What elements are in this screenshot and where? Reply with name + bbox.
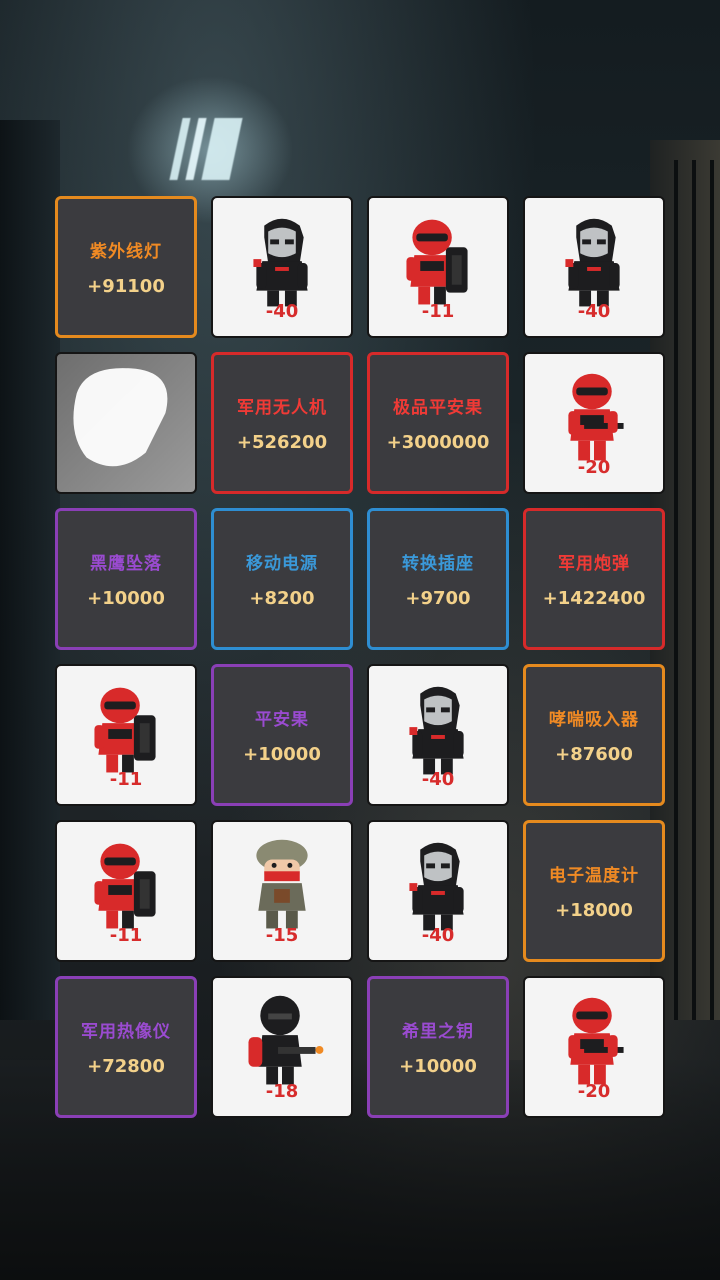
item-name: 紫外线灯 xyxy=(90,242,162,262)
item-value: +10000 xyxy=(243,744,321,765)
cell-bars xyxy=(660,160,720,1020)
hidden-card[interactable] xyxy=(55,352,197,494)
loot-item-card[interactable]: 军用无人机 +526200 xyxy=(211,352,353,494)
item-name: 转换插座 xyxy=(402,554,474,574)
item-value: +9700 xyxy=(405,588,471,609)
enemy-penalty-value: -40 xyxy=(265,301,299,322)
item-value: +3000000 xyxy=(386,432,490,453)
loot-item-card[interactable]: 黑鹰坠落 +10000 xyxy=(55,508,197,650)
loot-item-card[interactable]: 紫外线灯 +91100 xyxy=(55,196,197,338)
enemy-card[interactable]: -40 xyxy=(523,196,665,338)
enemy-penalty-value: -20 xyxy=(577,1081,611,1102)
enemy-penalty-value: -40 xyxy=(577,301,611,322)
item-value: +10000 xyxy=(399,1056,477,1077)
item-value: +1422400 xyxy=(542,588,646,609)
enemy-penalty-value: -40 xyxy=(421,925,455,946)
item-value: +18000 xyxy=(555,900,633,921)
enemy-card[interactable]: -11 xyxy=(367,196,509,338)
loot-grid: 紫外线灯 +91100 -40 -11 -40 军用无人机 +526200 极品… xyxy=(55,196,667,1122)
item-value: +72800 xyxy=(87,1056,165,1077)
enemy-penalty-value: -20 xyxy=(577,457,611,478)
item-name: 希里之钥 xyxy=(402,1022,474,1042)
enemy-penalty-value: -18 xyxy=(265,1081,299,1102)
loot-item-card[interactable]: 希里之钥 +10000 xyxy=(367,976,509,1118)
loot-item-card[interactable]: 平安果 +10000 xyxy=(211,664,353,806)
item-name: 哮喘吸入器 xyxy=(549,710,639,730)
enemy-card[interactable]: -11 xyxy=(55,820,197,962)
loot-item-card[interactable]: 移动电源 +8200 xyxy=(211,508,353,650)
enemy-card[interactable]: -20 xyxy=(523,352,665,494)
loot-item-card[interactable]: 哮喘吸入器 +87600 xyxy=(523,664,665,806)
loot-item-card[interactable]: 极品平安果 +3000000 xyxy=(367,352,509,494)
item-value: +91100 xyxy=(87,276,165,297)
loot-item-card[interactable]: 电子温度计 +18000 xyxy=(523,820,665,962)
item-name: 军用无人机 xyxy=(237,398,327,418)
enemy-penalty-value: -15 xyxy=(265,925,299,946)
enemy-penalty-value: -11 xyxy=(109,925,143,946)
loot-item-card[interactable]: 军用炮弹 +1422400 xyxy=(523,508,665,650)
item-value: +8200 xyxy=(249,588,315,609)
enemy-card[interactable]: -18 xyxy=(211,976,353,1118)
enemy-card[interactable]: -20 xyxy=(523,976,665,1118)
loot-item-card[interactable]: 军用热像仪 +72800 xyxy=(55,976,197,1118)
enemy-card[interactable]: -40 xyxy=(367,820,509,962)
item-name: 电子温度计 xyxy=(549,866,639,886)
item-name: 平安果 xyxy=(255,710,309,730)
item-name: 军用炮弹 xyxy=(558,554,630,574)
blob-icon xyxy=(57,354,195,492)
enemy-card[interactable]: -40 xyxy=(211,196,353,338)
item-value: +10000 xyxy=(87,588,165,609)
enemy-card[interactable]: -11 xyxy=(55,664,197,806)
item-name: 军用热像仪 xyxy=(81,1022,171,1042)
enemy-penalty-value: -11 xyxy=(109,769,143,790)
enemy-card[interactable]: -40 xyxy=(367,664,509,806)
enemy-card[interactable]: -15 xyxy=(211,820,353,962)
enemy-penalty-value: -40 xyxy=(421,769,455,790)
item-name: 黑鹰坠落 xyxy=(90,554,162,574)
item-name: 极品平安果 xyxy=(393,398,483,418)
loot-item-card[interactable]: 转换插座 +9700 xyxy=(367,508,509,650)
item-value: +87600 xyxy=(555,744,633,765)
enemy-penalty-value: -11 xyxy=(421,301,455,322)
item-value: +526200 xyxy=(236,432,328,453)
item-name: 移动电源 xyxy=(246,554,318,574)
